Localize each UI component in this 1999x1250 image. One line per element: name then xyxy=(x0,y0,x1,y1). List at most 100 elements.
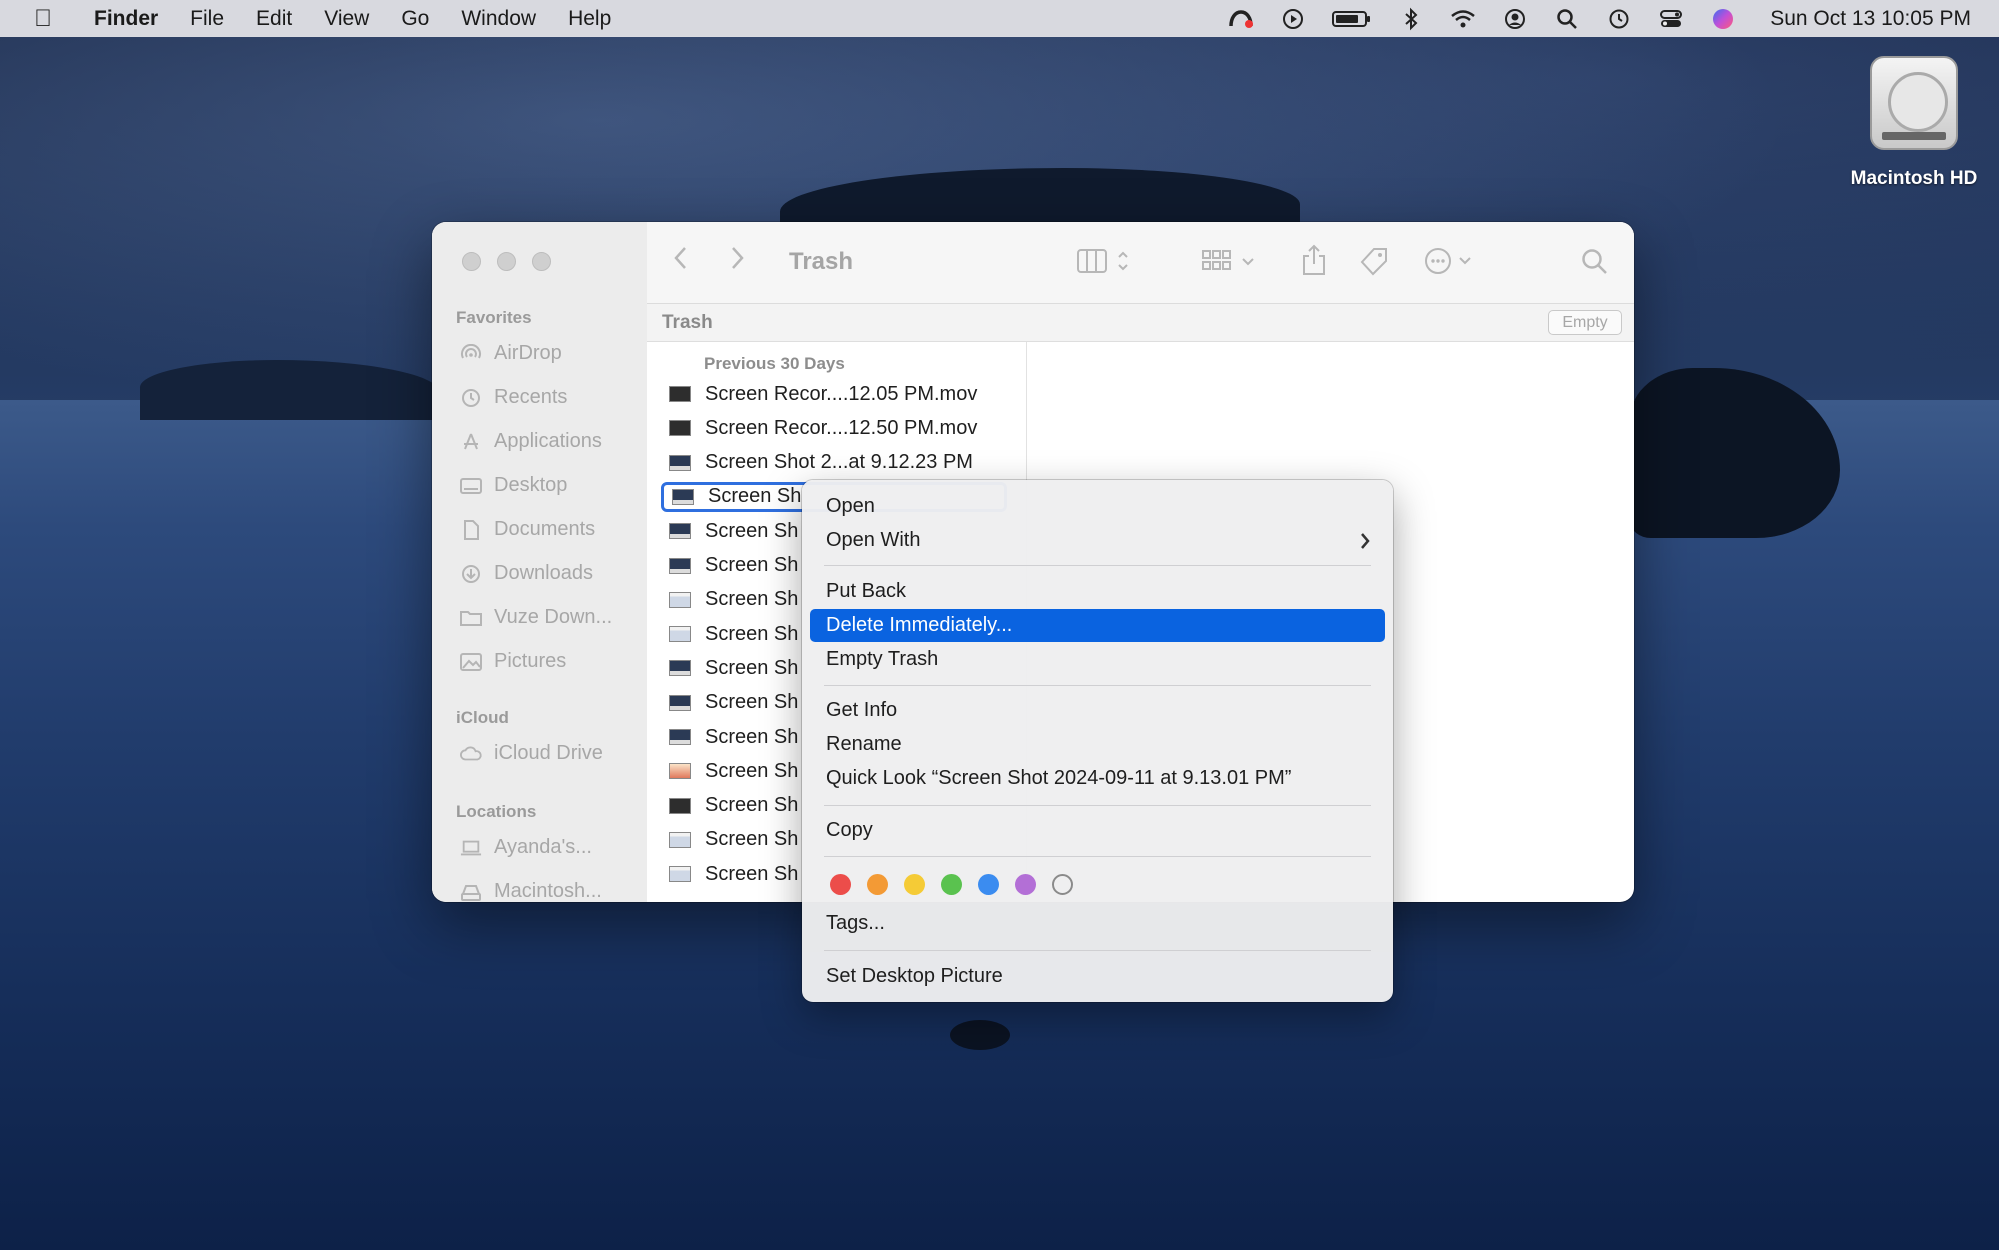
sidebar-item-applications[interactable]: Applications xyxy=(460,430,602,453)
cloud-icon xyxy=(460,744,482,764)
menu-item-empty-trash[interactable]: Empty Trash xyxy=(810,643,1385,676)
menu-item-delete-immediately[interactable]: Delete Immediately... xyxy=(810,609,1385,642)
disk-icon xyxy=(460,882,482,902)
sidebar-item-label: Applications xyxy=(494,430,602,452)
empty-trash-button[interactable]: Empty xyxy=(1548,310,1622,335)
apple-logo-icon[interactable]:  xyxy=(34,6,56,31)
file-row[interactable]: Screen Shot 2...at 9.12.23 PM xyxy=(661,448,1006,478)
sidebar-item-downloads[interactable]: Downloads xyxy=(460,562,593,585)
menu-edit[interactable]: Edit xyxy=(256,7,292,31)
file-name: Screen Sh xyxy=(705,794,799,817)
tag-icon[interactable] xyxy=(1359,246,1389,283)
minimize-button[interactable] xyxy=(497,252,516,271)
menu-separator xyxy=(824,805,1371,806)
sidebar-item-desktop[interactable]: Desktop xyxy=(460,474,567,497)
menu-window[interactable]: Window xyxy=(461,7,536,31)
time-machine-icon[interactable] xyxy=(1606,7,1632,31)
sidebar-item-recents[interactable]: Recents xyxy=(460,386,567,409)
desktop-icon xyxy=(460,476,482,496)
file-name: Screen Sh xyxy=(705,656,799,679)
desktop-rock xyxy=(950,1020,1010,1050)
more-actions-icon[interactable] xyxy=(1424,248,1478,285)
forward-chevron-icon[interactable] xyxy=(727,244,747,279)
sidebar-item-documents[interactable]: Documents xyxy=(460,518,595,541)
file-thumbnail-icon xyxy=(669,454,691,471)
menu-app-name[interactable]: Finder xyxy=(94,7,158,31)
zoom-button[interactable] xyxy=(532,252,551,271)
file-name: Screen Sh xyxy=(705,622,799,645)
file-thumbnail-icon xyxy=(669,591,691,608)
creative-cloud-icon[interactable] xyxy=(1228,7,1254,31)
sidebar-item-airdrop[interactable]: AirDrop xyxy=(460,342,562,365)
file-name: Screen Sh xyxy=(705,554,799,576)
wifi-icon[interactable] xyxy=(1450,7,1476,31)
sidebar-item-label: iCloud Drive xyxy=(494,742,603,764)
menu-file[interactable]: File xyxy=(190,7,224,31)
file-thumbnail-icon xyxy=(669,386,691,402)
menu-item-label: Open With xyxy=(826,529,921,551)
file-thumbnail-icon xyxy=(669,660,691,677)
sidebar-heading-locations: Locations xyxy=(456,802,537,821)
bluetooth-icon[interactable] xyxy=(1398,7,1424,31)
menu-item-tags[interactable]: Tags... xyxy=(810,907,1385,940)
sidebar-item-pictures[interactable]: Pictures xyxy=(460,650,566,673)
menu-item-get-info[interactable]: Get Info xyxy=(810,694,1385,727)
sidebar-heading-favorites: Favorites xyxy=(456,308,532,327)
user-icon[interactable] xyxy=(1502,7,1528,31)
file-name: Screen Sh xyxy=(705,828,799,851)
sidebar-item-icloud-drive[interactable]: iCloud Drive xyxy=(460,742,603,765)
column-section-header: Previous 30 Days xyxy=(704,354,845,373)
sidebar-item-label: Macintosh... xyxy=(494,880,602,902)
control-center-icon[interactable] xyxy=(1658,7,1684,31)
play-icon[interactable] xyxy=(1280,7,1306,31)
battery-icon[interactable] xyxy=(1332,7,1372,31)
tag-green-dot[interactable] xyxy=(941,874,962,895)
sidebar-item-label: Desktop xyxy=(494,474,568,496)
window-controls xyxy=(462,252,551,271)
menu-help[interactable]: Help xyxy=(568,7,611,31)
back-chevron-icon[interactable] xyxy=(671,244,691,279)
menu-item-put-back[interactable]: Put Back xyxy=(810,575,1385,608)
menu-item-set-desktop-picture[interactable]: Set Desktop Picture xyxy=(810,960,1385,993)
group-grid-icon[interactable] xyxy=(1201,248,1261,285)
file-thumbnail-icon xyxy=(669,866,691,883)
desktop-macintosh-hd[interactable]: Macintosh HD xyxy=(1848,56,1980,190)
file-name: Screen Recor....12.50 PM.mov xyxy=(705,416,978,439)
siri-icon[interactable] xyxy=(1710,7,1736,31)
menu-item-copy[interactable]: Copy xyxy=(810,814,1385,847)
finder-sidebar: Favorites AirDrop Recents Applications D… xyxy=(432,222,647,902)
tag-red-dot[interactable] xyxy=(830,874,851,895)
laptop-icon xyxy=(460,838,482,858)
tag-blue-dot[interactable] xyxy=(978,874,999,895)
file-row[interactable]: Screen Recor....12.50 PM.mov xyxy=(661,413,1006,443)
menu-separator xyxy=(824,950,1371,951)
sidebar-item-label: AirDrop xyxy=(494,342,562,364)
share-icon[interactable] xyxy=(1301,244,1327,283)
file-row[interactable]: Screen Recor....12.05 PM.mov xyxy=(661,379,1006,409)
sidebar-heading-icloud: iCloud xyxy=(456,708,509,727)
menu-item-open[interactable]: Open xyxy=(810,490,1385,523)
menu-item-quick-look[interactable]: Quick Look “Screen Shot 2024-09-11 at 9.… xyxy=(810,762,1385,795)
sidebar-item-vuze-downloads[interactable]: Vuze Down... xyxy=(460,606,612,629)
file-name: Screen Sh xyxy=(705,588,799,611)
tag-none-dot[interactable] xyxy=(1052,874,1073,895)
menu-view[interactable]: View xyxy=(324,7,369,31)
folder-icon xyxy=(460,608,482,628)
tag-purple-dot[interactable] xyxy=(1015,874,1036,895)
column-view-icon[interactable] xyxy=(1077,248,1131,285)
menu-item-open-with[interactable]: Open With xyxy=(810,524,1385,557)
close-button[interactable] xyxy=(462,252,481,271)
menu-item-rename[interactable]: Rename xyxy=(810,728,1385,761)
tag-yellow-dot[interactable] xyxy=(904,874,925,895)
search-icon[interactable] xyxy=(1581,248,1609,283)
sidebar-item-ayanda-laptop[interactable]: Ayanda's... xyxy=(460,836,592,859)
file-name: Screen Sh xyxy=(705,691,799,714)
window-title: Trash xyxy=(789,248,854,275)
menu-go[interactable]: Go xyxy=(401,7,429,31)
spotlight-search-icon[interactable] xyxy=(1554,7,1580,31)
sidebar-item-macintosh[interactable]: Macintosh... xyxy=(460,880,602,902)
file-thumbnail-icon xyxy=(672,488,694,505)
file-thumbnail-icon xyxy=(669,763,691,780)
menu-bar-clock[interactable]: Sun Oct 13 10:05 PM xyxy=(1770,7,1971,31)
tag-orange-dot[interactable] xyxy=(867,874,888,895)
